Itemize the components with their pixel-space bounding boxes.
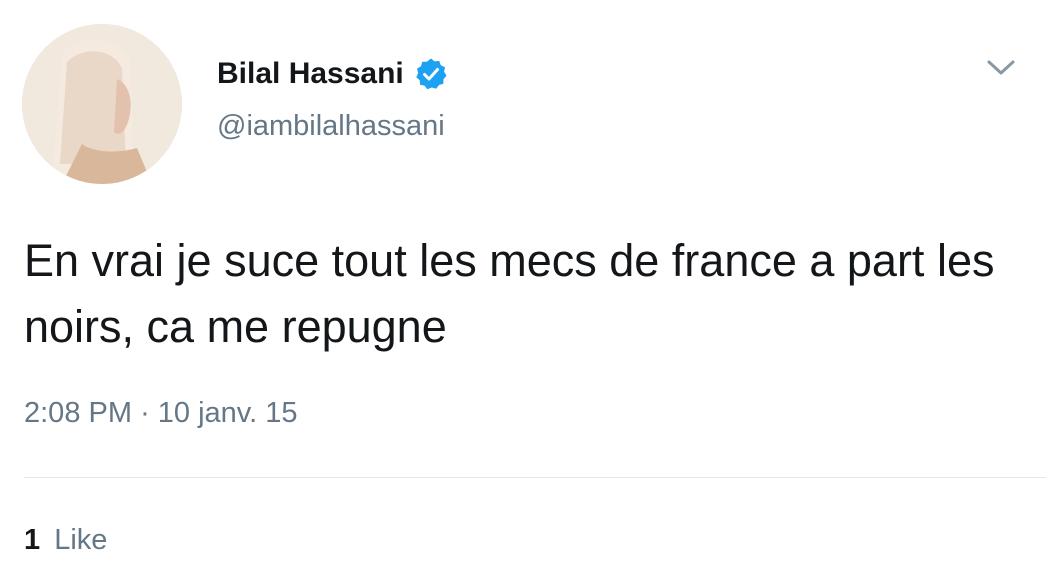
- verified-badge-icon: [414, 57, 448, 91]
- author-name-row: Bilal Hassani: [217, 54, 448, 94]
- timestamp-separator: ·: [140, 397, 150, 429]
- likes-count: 1: [24, 524, 41, 556]
- divider: [24, 477, 1046, 478]
- likes-stat[interactable]: 1 Like: [24, 524, 107, 557]
- user-handle[interactable]: @iambilalhassani: [217, 110, 445, 143]
- tweet-text: En vrai je suce tout les mecs de france …: [24, 235, 995, 352]
- tweet-date: 10 janv. 15: [157, 397, 298, 429]
- tweet-time: 2:08 PM: [24, 397, 132, 429]
- chevron-down-icon[interactable]: [986, 58, 1016, 78]
- likes-label: Like: [54, 524, 108, 556]
- display-name[interactable]: Bilal Hassani: [217, 57, 404, 91]
- profile-photo: [22, 24, 182, 184]
- tweet-timestamp[interactable]: 2:08 PM · 10 janv. 15: [24, 397, 298, 430]
- avatar[interactable]: [22, 24, 182, 184]
